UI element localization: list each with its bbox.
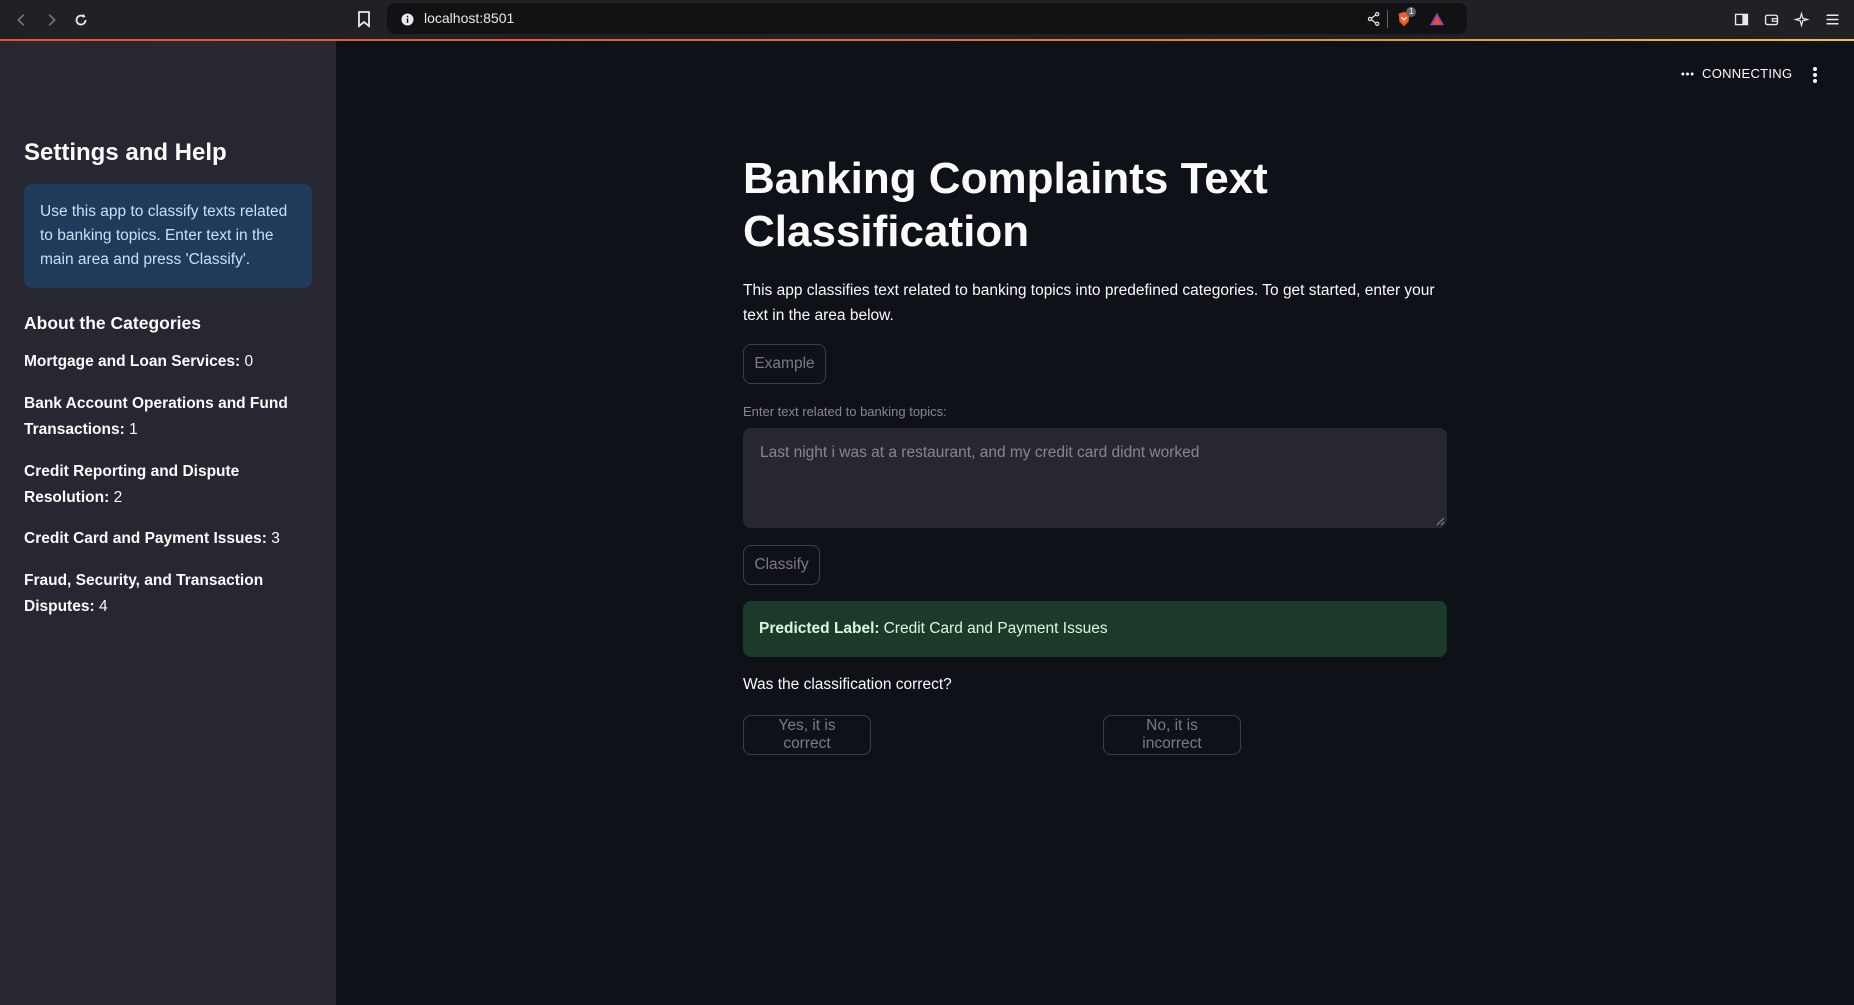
example-button[interactable]: Example [743, 344, 826, 384]
input-label: Enter text related to banking topics: [743, 404, 947, 419]
category-value: 0 [244, 353, 254, 370]
category-name: Credit Card and Payment Issues: [24, 530, 267, 547]
prediction-value: Credit Card and Payment Issues [883, 620, 1108, 637]
category-item: Credit Card and Payment Issues: 3 [24, 526, 316, 552]
url-text: localhost:8501 [424, 10, 515, 26]
sidebar-title: Settings and Help [24, 139, 227, 166]
info-text: Use this app to classify texts related t… [40, 203, 288, 268]
chevron-left-icon [17, 13, 25, 27]
back-button[interactable] [9, 7, 35, 33]
category-value: 4 [98, 598, 108, 615]
browser-toolbar: localhost:8501 1 [0, 0, 1854, 39]
category-name: Bank Account Operations and Fund Transac… [24, 395, 288, 438]
reload-button[interactable] [68, 7, 94, 33]
no-incorrect-button[interactable]: No, it is incorrect [1103, 715, 1241, 755]
page-description: This app classifies text related to bank… [743, 282, 1435, 324]
prediction-label: Predicted Label: [759, 620, 880, 637]
bookmark-icon [358, 11, 370, 28]
category-name: Credit Reporting and Dispute Resolution: [24, 463, 240, 506]
bookmark-button[interactable] [354, 9, 374, 29]
feedback-question: Was the classification correct? [743, 676, 952, 693]
category-value: 3 [271, 530, 280, 547]
ellipsis-icon [1681, 72, 1694, 75]
info-box: Use this app to classify texts related t… [24, 184, 312, 288]
category-item: Fraud, Security, and Transaction Dispute… [24, 568, 264, 620]
sidebar-toggle-icon[interactable] [1731, 9, 1751, 29]
classify-button[interactable]: Classify [743, 545, 820, 585]
main-menu-button[interactable] [1808, 64, 1822, 86]
hamburger-menu-icon[interactable] [1822, 9, 1842, 29]
category-item: Bank Account Operations and Fund Transac… [24, 391, 294, 443]
category-item: Mortgage and Loan Services: 0 [24, 349, 316, 375]
reload-icon [75, 13, 87, 26]
address-bar[interactable]: localhost:8501 1 [387, 3, 1467, 34]
url-divider [1387, 10, 1388, 28]
connection-status: CONNECTING [1681, 66, 1792, 81]
category-item: Credit Reporting and Dispute Resolution:… [24, 459, 316, 511]
prediction-alert: Predicted Label: Credit Card and Payment… [743, 601, 1447, 657]
brave-shields-icon[interactable]: 1 [1395, 7, 1417, 28]
yes-correct-button[interactable]: Yes, it is correct [743, 715, 871, 755]
sidebar: Settings and Help Use this app to classi… [0, 41, 336, 1005]
text-input-value: Last night i was at a restaurant, and my… [760, 444, 1200, 461]
status-text: CONNECTING [1702, 66, 1793, 81]
share-icon[interactable] [1365, 10, 1383, 28]
text-input-area[interactable]: Last night i was at a restaurant, and my… [743, 428, 1447, 528]
wallet-icon[interactable] [1761, 9, 1781, 29]
categories-heading: About the Categories [24, 313, 201, 333]
shields-badge: 1 [1406, 7, 1417, 17]
category-value: 2 [113, 489, 123, 506]
category-name: Fraud, Security, and Transaction Dispute… [24, 572, 264, 615]
vertical-dots-icon [1813, 67, 1817, 83]
category-value: 1 [129, 421, 138, 438]
leo-ai-icon[interactable] [1791, 9, 1811, 29]
category-name: Mortgage and Loan Services: [24, 353, 241, 370]
chevron-right-icon [48, 13, 56, 27]
page-title: Banking Complaints Text Classification [743, 154, 1268, 256]
resize-handle-icon[interactable] [1435, 516, 1445, 526]
site-info-icon[interactable] [398, 10, 416, 28]
brave-rewards-icon[interactable] [1428, 10, 1446, 28]
forward-button[interactable] [38, 7, 64, 33]
